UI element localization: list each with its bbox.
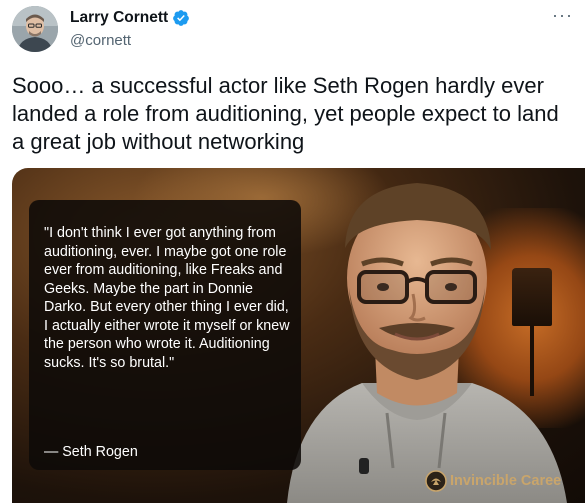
tweet-card: Larry Cornett @cornett ··· Sooo… a succe… xyxy=(0,0,585,503)
tweet-text: Sooo… a successful actor like Seth Rogen… xyxy=(12,73,559,154)
author-handle[interactable]: @cornett xyxy=(70,32,131,49)
author-display-name[interactable]: Larry Cornett xyxy=(70,9,168,27)
seth-rogen-photo xyxy=(287,183,567,503)
author-name-row[interactable]: Larry Cornett xyxy=(70,9,190,27)
invincible-career-logo-icon xyxy=(425,470,447,492)
person-avatar-icon xyxy=(12,6,58,52)
avatar[interactable] xyxy=(12,6,58,52)
quote-text: "I don't think I ever got anything from … xyxy=(44,225,290,371)
tweet-media-image[interactable]: "I don't think I ever got anything from … xyxy=(12,168,585,503)
verified-badge-icon xyxy=(173,10,190,26)
more-options-icon[interactable]: ··· xyxy=(552,6,573,24)
watermark: Invincible Caree xyxy=(425,470,561,492)
quote-overlay: "I don't think I ever got anything from … xyxy=(29,200,301,470)
watermark-text: Invincible Caree xyxy=(450,473,562,489)
quote-attribution: — Seth Rogen xyxy=(44,444,138,460)
